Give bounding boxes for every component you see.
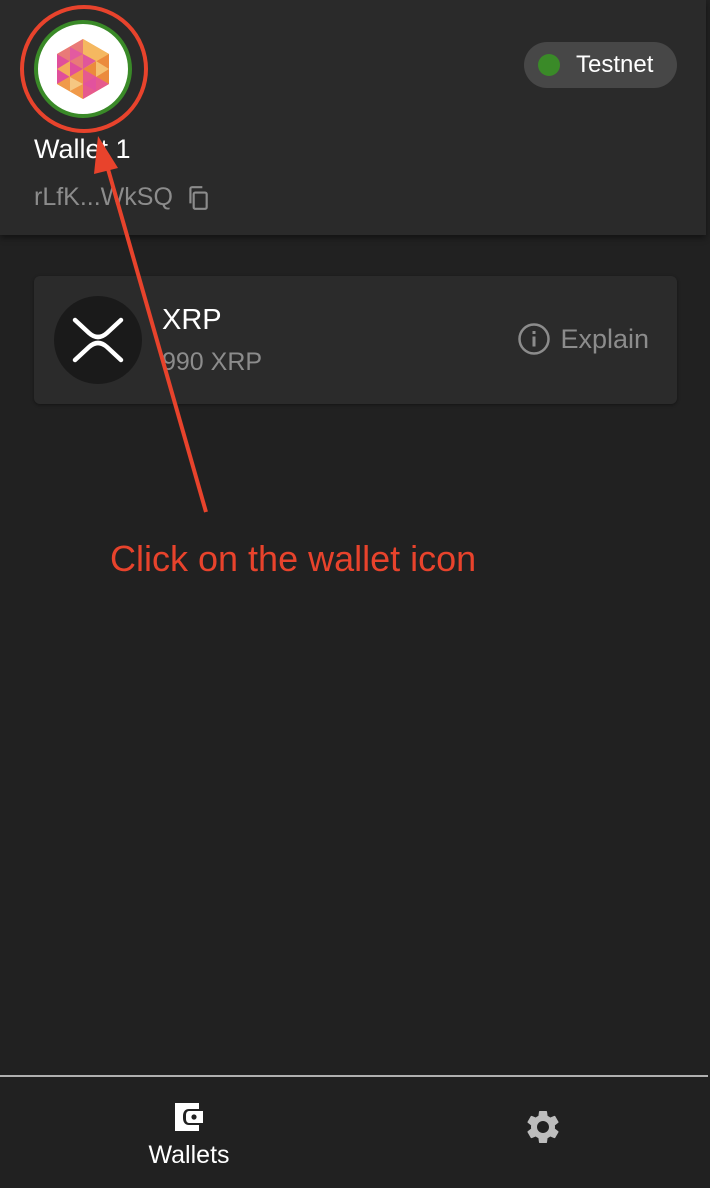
network-label: Testnet — [576, 51, 654, 78]
gear-icon — [523, 1107, 563, 1147]
explain-label: Explain — [560, 323, 649, 354]
wallet-address-row: rLfK...WkSQ — [34, 183, 211, 212]
network-status-dot — [538, 54, 560, 76]
annotation-text: Click on the wallet icon — [110, 538, 477, 579]
bottom-nav: Wallets — [0, 1075, 708, 1188]
token-symbol: XRP — [162, 304, 222, 336]
nav-settings[interactable] — [378, 1077, 708, 1188]
wallet-header: Wallet 1 rLfK...WkSQ Testnet — [0, 0, 706, 235]
wallet-icon — [169, 1097, 209, 1137]
nav-wallets[interactable]: Wallets — [0, 1077, 378, 1188]
info-icon — [517, 322, 551, 356]
network-badge[interactable]: Testnet — [524, 42, 677, 88]
wallet-avatar-icon — [42, 28, 124, 110]
nav-wallets-label: Wallets — [148, 1141, 230, 1169]
wallet-avatar-button[interactable] — [34, 20, 132, 118]
token-card-xrp[interactable]: XRP 990 XRP Explain — [34, 276, 677, 404]
copy-icon[interactable] — [185, 184, 211, 212]
wallet-address: rLfK...WkSQ — [34, 183, 173, 211]
explain-button[interactable]: Explain — [517, 322, 649, 356]
xrp-logo-icon — [54, 296, 142, 384]
wallet-name: Wallet 1 — [34, 134, 131, 164]
token-balance: 990 XRP — [162, 348, 263, 376]
